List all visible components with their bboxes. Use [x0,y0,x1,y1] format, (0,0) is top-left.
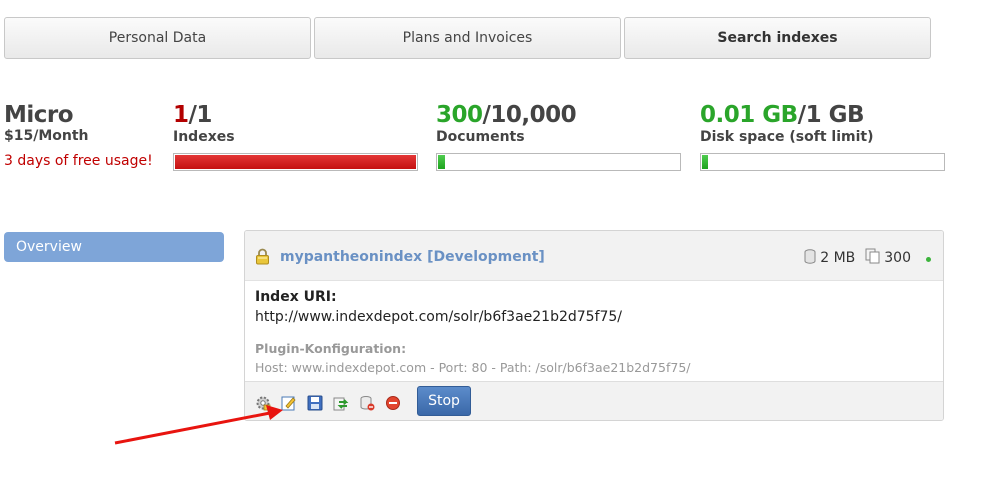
edit-icon[interactable] [281,395,297,411]
remove-icon[interactable] [385,395,401,411]
tab-plans-and-invoices[interactable]: Plans and Invoices [314,17,621,59]
settings-icon[interactable] [255,395,271,411]
disk-stat: 0.01 GB/1 GB Disk space (soft limit) [700,102,946,171]
documents-icon [865,248,880,268]
indexes-used: 1 [173,102,189,128]
indexes-stat: 1/1 Indexes [173,102,419,171]
disk-value: 0.01 GB/1 GB [700,102,946,129]
plan-name: Micro [4,102,74,128]
index-size: 2 MB [820,250,856,266]
disk-progress-fill [702,155,708,169]
plan-price: $15/Month [4,128,89,144]
database-icon [804,248,816,268]
index-stats: 2 MB 300 [804,248,931,268]
lock-icon [255,248,270,269]
documents-total: /10,000 [482,102,577,128]
index-uri: http://www.indexdepot.com/solr/b6f3ae21b… [255,309,623,325]
index-toolbar: Stop [245,381,943,420]
stop-button[interactable]: Stop [417,386,471,416]
disk-progress-bar [700,153,945,171]
plugin-config-text: Host: www.indexdepot.com - Port: 80 - Pa… [255,360,691,375]
tab-personal-data[interactable]: Personal Data [4,17,311,59]
save-icon[interactable] [307,395,323,411]
index-document-count: 300 [884,250,911,266]
documents-label: Documents [436,129,525,145]
tab-bar: Personal Data Plans and Invoices Search … [4,17,936,59]
indexes-total: /1 [188,102,213,128]
status-indicator [926,256,931,262]
indexes-label: Indexes [173,129,235,145]
sidebar-item-overview[interactable]: Overview [4,232,224,262]
disk-label: Disk space (soft limit) [700,129,874,145]
reload-icon[interactable] [333,395,349,411]
documents-stat: 300/10,000 Documents [436,102,682,171]
indexes-value: 1/1 [173,102,419,129]
index-panel: mypantheonindex [Development] 2 MB 300 I… [244,230,944,421]
index-panel-body: Index URI: http://www.indexdepot.com/sol… [245,281,943,381]
plugin-config-label: Plugin-Konfiguration: [255,341,407,356]
index-uri-label: Index URI: [255,289,337,305]
documents-value: 300/10,000 [436,102,682,129]
trial-notice: 3 days of free usage! [4,153,153,169]
index-name-link[interactable]: mypantheonindex [Development] [280,249,545,265]
documents-progress-fill [438,155,446,169]
documents-used: 300 [436,102,483,128]
disk-used: 0.01 GB [700,102,798,128]
indexes-progress-bar [173,153,418,171]
indexes-progress-fill [175,155,416,169]
disk-total: /1 GB [797,102,865,128]
delete-data-icon[interactable] [359,395,375,411]
index-panel-header: mypantheonindex [Development] 2 MB 300 [245,231,943,281]
tab-search-indexes[interactable]: Search indexes [624,17,931,59]
documents-progress-bar [436,153,681,171]
